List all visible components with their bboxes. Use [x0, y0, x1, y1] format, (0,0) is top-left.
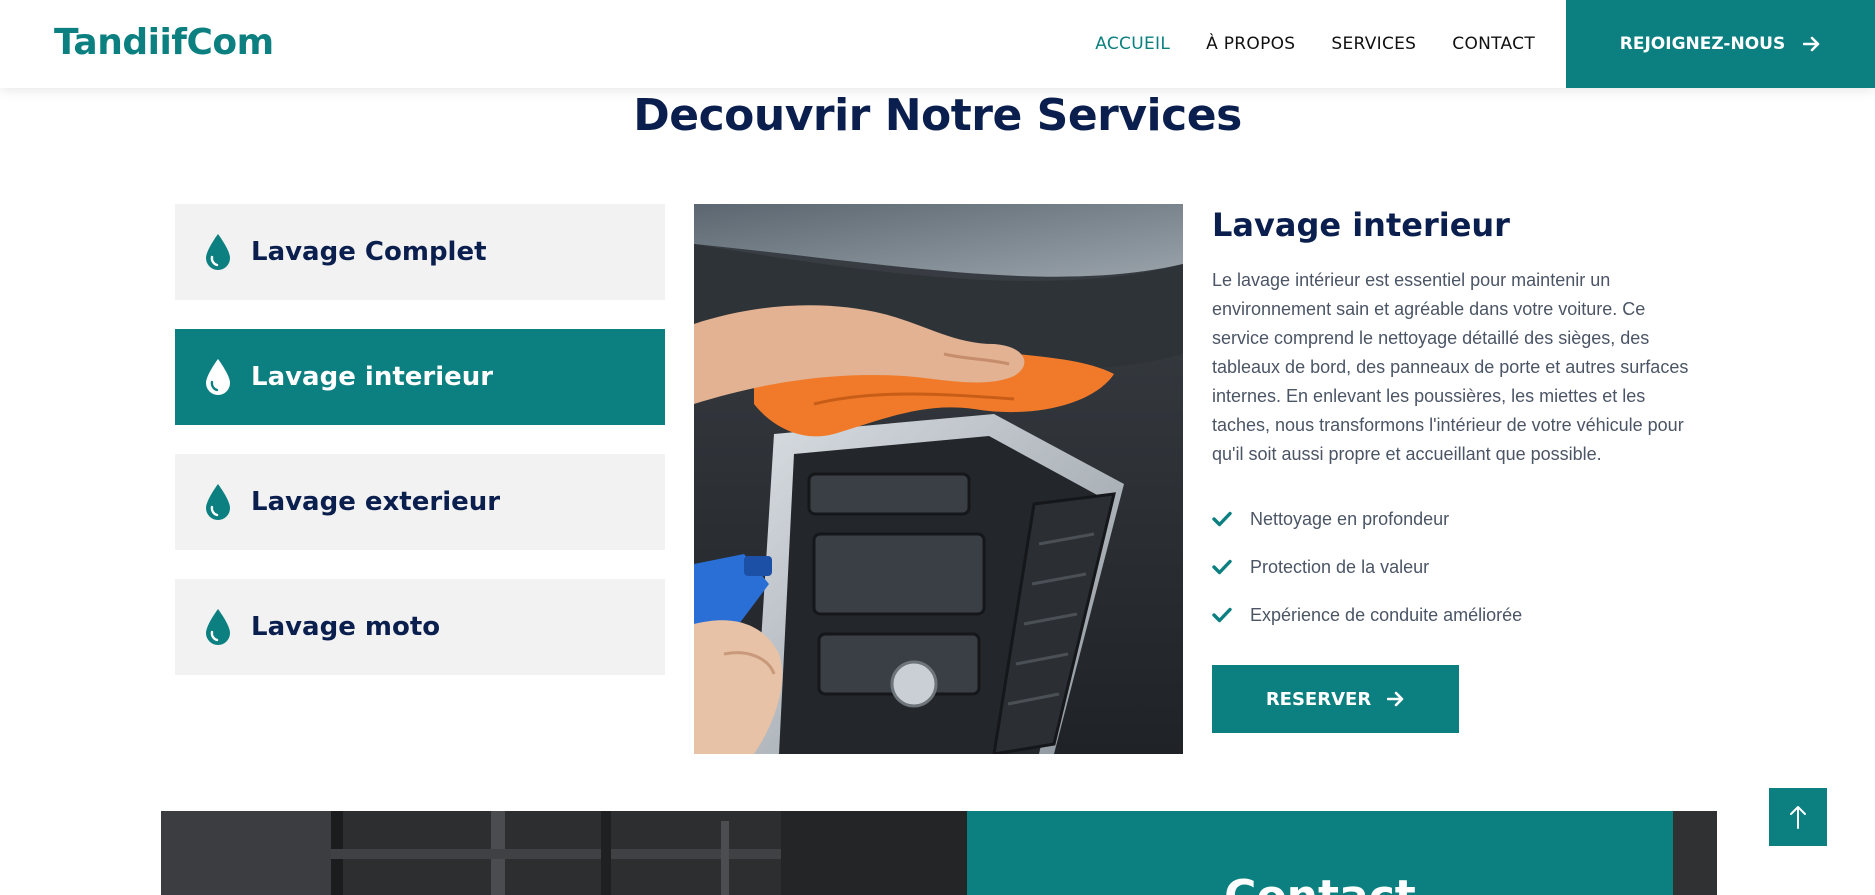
- garage-photo: [161, 811, 967, 895]
- feature-item: Nettoyage en profondeur: [1212, 495, 1702, 543]
- main-nav: ACCUEIL À PROPOS SERVICES CONTACT: [1095, 0, 1535, 88]
- join-us-label: REJOIGNEZ-NOUS: [1619, 34, 1786, 54]
- service-tab-lavage-complet[interactable]: Lavage Complet: [175, 204, 665, 300]
- service-tab-lavage-exterieur[interactable]: Lavage exterieur: [175, 454, 665, 550]
- brand-logo[interactable]: TandiifCom: [54, 22, 274, 63]
- water-drop-icon: [206, 359, 230, 395]
- water-drop-icon: [206, 609, 230, 645]
- contact-panel: Contact: [967, 811, 1673, 895]
- check-icon: [1212, 559, 1232, 575]
- water-drop-icon: [206, 484, 230, 520]
- contact-background-edge: [1673, 811, 1717, 895]
- service-image: [694, 204, 1183, 754]
- service-detail-description: Le lavage intérieur est essentiel pour m…: [1212, 270, 1689, 464]
- arrow-up-icon: [1790, 806, 1806, 829]
- reserve-button[interactable]: RESERVER: [1212, 665, 1459, 733]
- service-detail-title: Lavage interieur: [1212, 206, 1510, 244]
- service-tab-label: Lavage exterieur: [251, 487, 501, 517]
- check-icon: [1212, 607, 1232, 623]
- service-tab-label: Lavage Complet: [251, 237, 487, 267]
- service-tab-label: Lavage interieur: [251, 362, 494, 392]
- feature-item: Expérience de conduite améliorée: [1212, 591, 1702, 639]
- feature-label: Nettoyage en profondeur: [1250, 508, 1450, 529]
- nav-link-services[interactable]: SERVICES: [1331, 34, 1416, 54]
- section-title: Decouvrir Notre Services: [633, 90, 1242, 141]
- service-tab-lavage-interieur[interactable]: Lavage interieur: [175, 329, 665, 425]
- nav-link-contact[interactable]: CONTACT: [1452, 34, 1535, 54]
- arrow-right-icon: [1387, 691, 1404, 707]
- feature-label: Expérience de conduite améliorée: [1250, 604, 1523, 625]
- join-us-button[interactable]: REJOIGNEZ-NOUS: [1566, 0, 1875, 88]
- contact-heading: Contact: [967, 871, 1673, 895]
- back-to-top-button[interactable]: [1769, 788, 1827, 846]
- water-drop-icon: [206, 234, 230, 270]
- arrow-right-icon: [1803, 36, 1820, 52]
- service-details: Lavage interieur Le lavage intérieur est…: [1212, 204, 1702, 733]
- reserve-label: RESERVER: [1265, 688, 1372, 710]
- car-interior-cleaning-illustration: [694, 204, 1183, 754]
- feature-label: Protection de la valeur: [1250, 556, 1430, 577]
- contact-background-image: [161, 811, 967, 895]
- check-icon: [1212, 511, 1232, 527]
- feature-item: Protection de la valeur: [1212, 543, 1702, 591]
- nav-link-accueil[interactable]: ACCUEIL: [1095, 34, 1170, 54]
- nav-link-a-propos[interactable]: À PROPOS: [1206, 34, 1295, 54]
- service-tab-label: Lavage moto: [251, 612, 441, 642]
- service-tabs: Lavage Complet Lavage interieur Lavage e…: [175, 204, 665, 704]
- navbar: TandiifCom ACCUEIL À PROPOS SERVICES CON…: [0, 0, 1875, 88]
- service-tab-lavage-moto[interactable]: Lavage moto: [175, 579, 665, 675]
- feature-list: Nettoyage en profondeur Protection de la…: [1212, 495, 1702, 639]
